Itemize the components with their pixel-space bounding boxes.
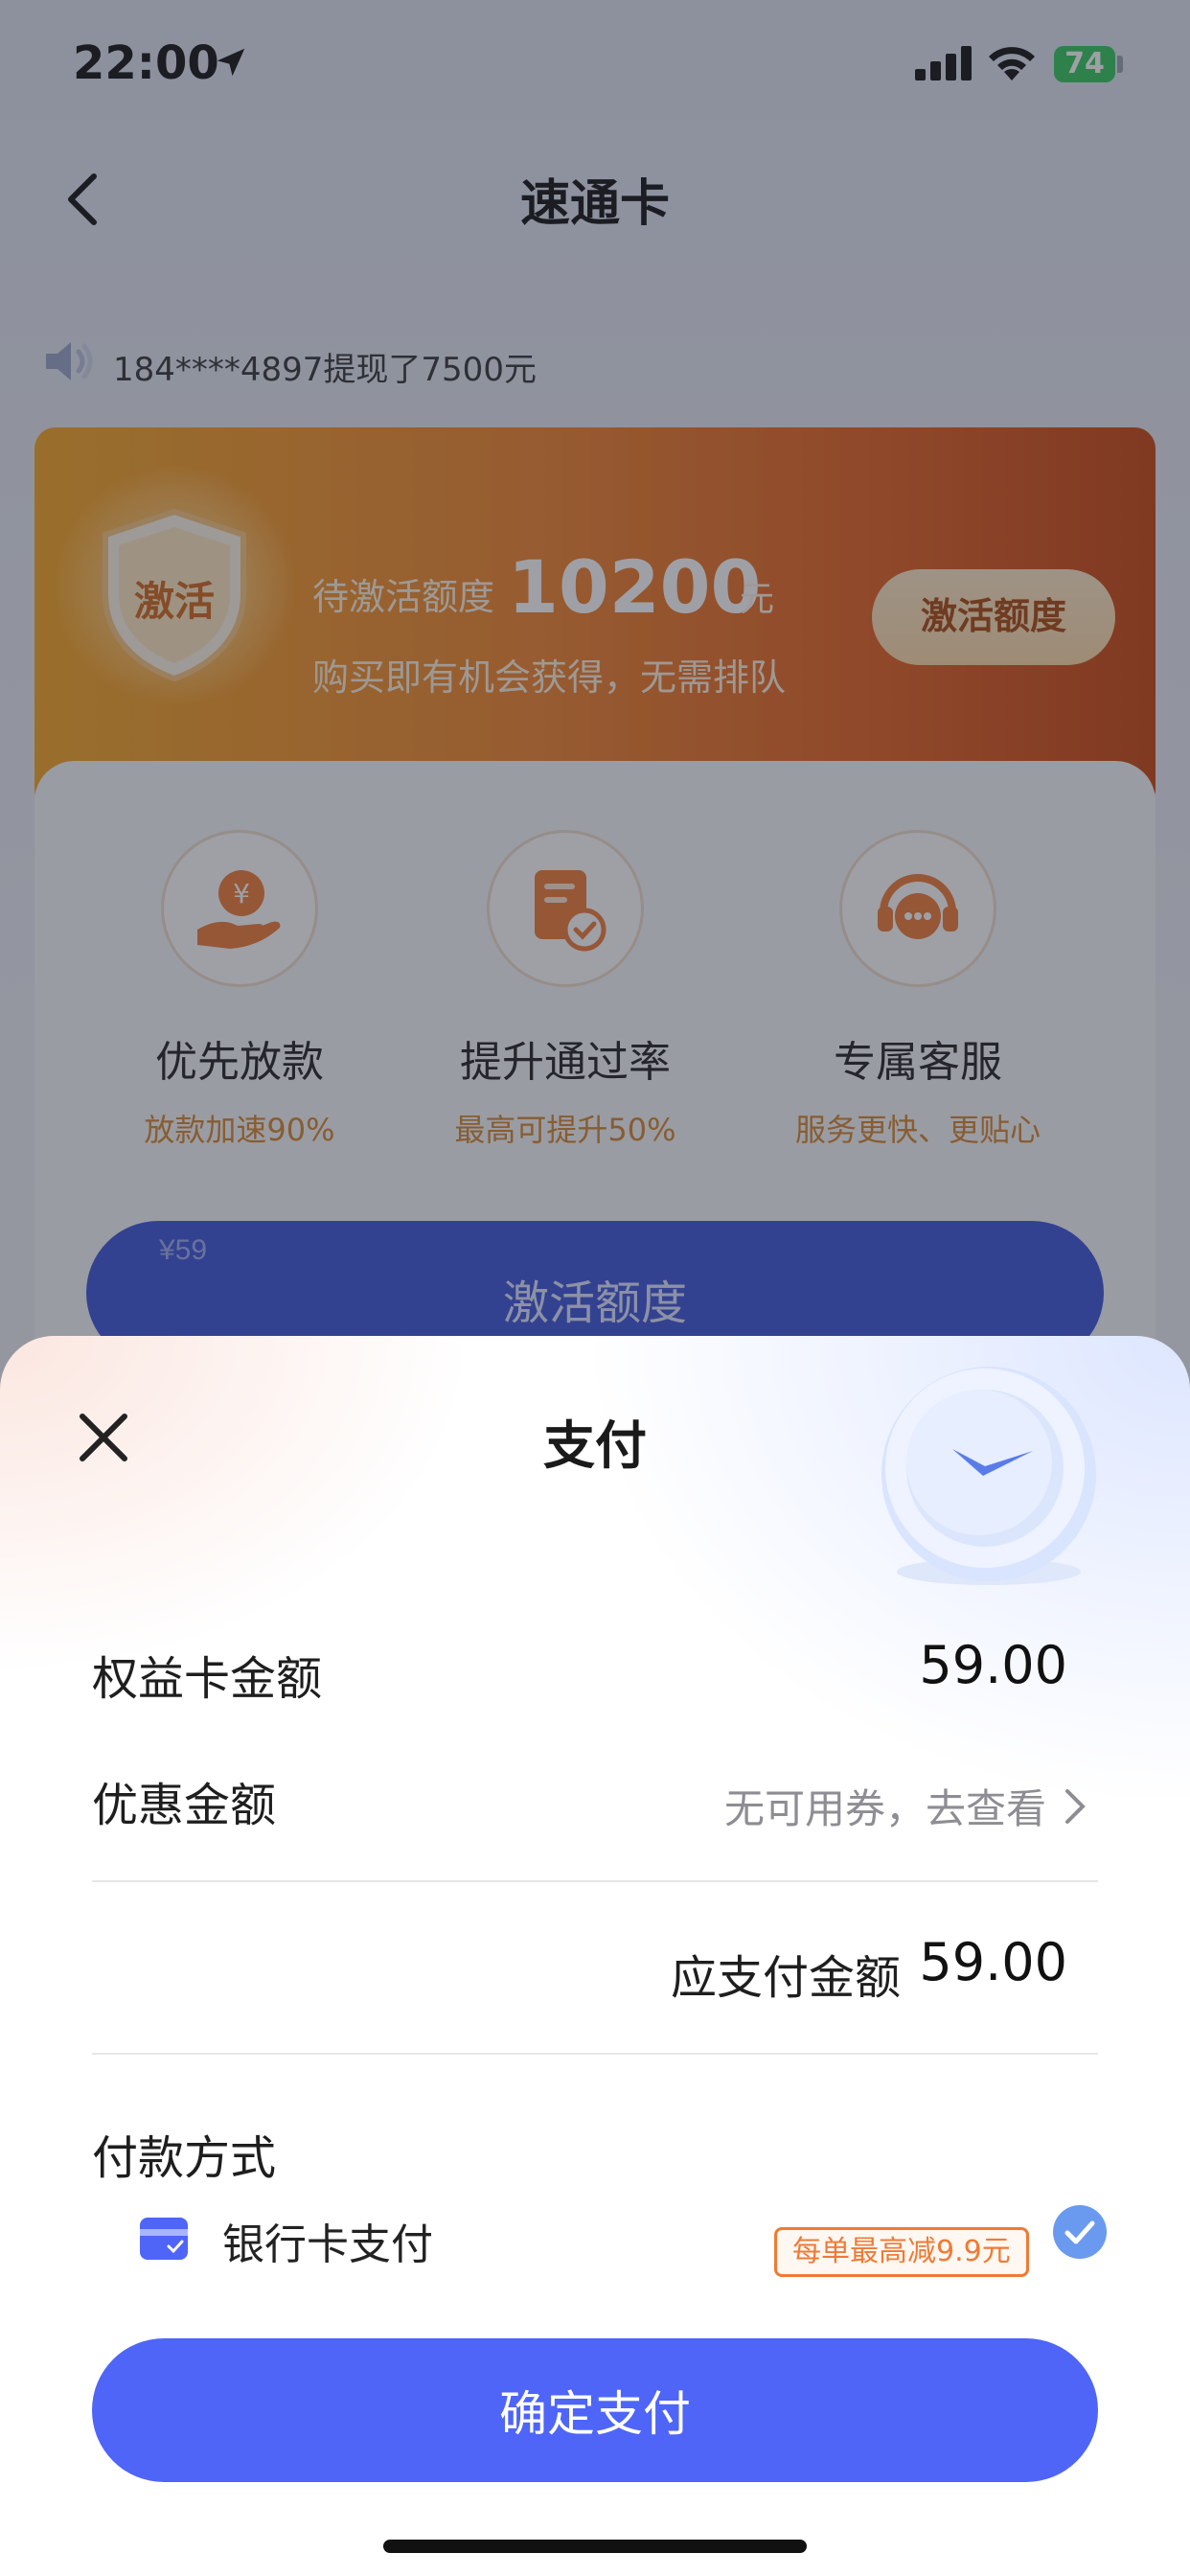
clock-decoration-icon	[881, 1367, 1096, 1585]
discount-tag: 每单最高减9.9元	[774, 2227, 1029, 2277]
selected-check-icon[interactable]	[1052, 2204, 1108, 2260]
payment-method-title: 付款方式	[92, 2131, 277, 2185]
due-amount-value: 59.00	[919, 1932, 1067, 1992]
payment-sheet: 支付 权益卡金额 59.00 优惠金额 无可用券，去查看 应支付金额 59.00…	[0, 1336, 1190, 2576]
home-indicator	[383, 2540, 807, 2553]
payment-option-bank-card[interactable]: 银行卡支付 每单最高减9.9元	[92, 2198, 1117, 2304]
payment-option-label: 银行卡支付	[222, 2220, 433, 2269]
chevron-right-icon	[1065, 1788, 1086, 1824]
due-amount-label: 应支付金额	[670, 1951, 901, 2005]
card-amount-value: 59.00	[919, 1635, 1067, 1695]
discount-label: 优惠金额	[92, 1779, 277, 1832]
coupon-link-text: 无可用券，去查看	[723, 1785, 1046, 1832]
divider	[92, 1880, 1098, 1882]
bank-card-icon	[140, 2218, 188, 2260]
coupon-link[interactable]: 无可用券，去查看	[724, 1777, 1087, 1835]
divider	[92, 2053, 1098, 2055]
confirm-payment-button[interactable]: 确定支付	[92, 2338, 1098, 2482]
card-amount-label: 权益卡金额	[92, 1652, 323, 1706]
